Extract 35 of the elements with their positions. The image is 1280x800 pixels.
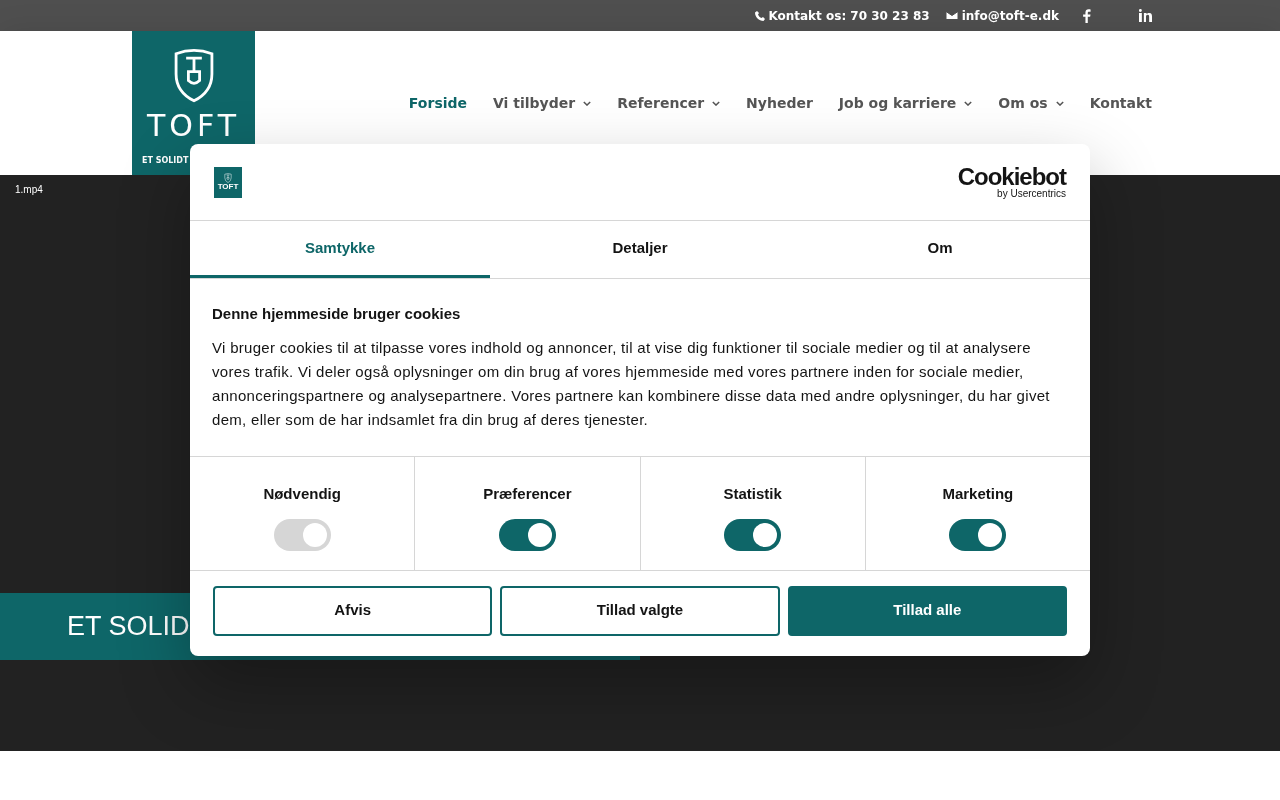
video-filename: 1.mp4 [15, 183, 43, 197]
linkedin-icon[interactable] [1139, 9, 1152, 22]
consent-button[interactable]: Afvis [213, 585, 493, 636]
dialog-tab[interactable]: Samtykke [190, 221, 490, 278]
nav-link[interactable]: Forside [408, 92, 468, 114]
envelope-icon [945, 11, 958, 20]
dialog-body: Vi bruger cookies til at tilpasse vores indhold og annoncer, til at vise dig funktioner til sociale medier og til at analysere vores trafik. Vi deler også oplysninger om din brug af vores hjemmeside med vores partnere inden for sociale medier, annonceringspartnere og analysepartnere. Vores partnere kan kombinere disse data med andre oplysninger, du har givet dem, eller som de har indsamlet fra din brug af deres tjenester. [212, 337, 1051, 430]
logo-name: TOFT [147, 111, 240, 141]
logo-tagline: ET SOLIDT [142, 155, 189, 167]
dialog-heading: Denne hjemmeside bruger cookies [212, 304, 462, 324]
banner-text: ET SOLID [67, 610, 190, 644]
consent-button[interactable]: Tillad alle [787, 585, 1067, 636]
facebook-icon[interactable] [1083, 8, 1091, 23]
consent-button[interactable]: Tillad valgte [500, 585, 780, 636]
nav-link[interactable]: Om os [998, 92, 1064, 114]
toggle-switch[interactable] [498, 519, 556, 551]
dialog-tab[interactable]: Detaljer [490, 221, 790, 278]
toggle-label: Nødvendig [263, 483, 341, 504]
toggle-label: Præferencer [483, 483, 572, 504]
email-link[interactable]: info@toft-e.dk [961, 6, 1059, 25]
cookiebot-subtitle: by Usercentrics [997, 189, 1066, 199]
nav-link[interactable]: Vi tilbyder [493, 92, 592, 114]
phone-link[interactable]: Kontakt os: 70 30 23 83 [768, 6, 930, 25]
toggle-label: Statistik [723, 483, 782, 504]
dialog-tab[interactable]: Om [790, 221, 1090, 278]
cookiebot-brand: Cookiebot [957, 165, 1066, 189]
toggle-switch[interactable] [949, 519, 1007, 551]
nav-link[interactable]: Nyheder [746, 92, 813, 114]
toggle-switch[interactable] [724, 519, 782, 551]
nav-link[interactable]: Kontakt [1089, 92, 1152, 114]
phone-icon [754, 9, 767, 22]
nav-link[interactable]: Referencer [617, 92, 721, 114]
toggle-label: Marketing [942, 483, 1014, 504]
nav-link[interactable]: Job og karriere [838, 92, 973, 114]
dialog-logo-text: TOFT [217, 183, 239, 191]
